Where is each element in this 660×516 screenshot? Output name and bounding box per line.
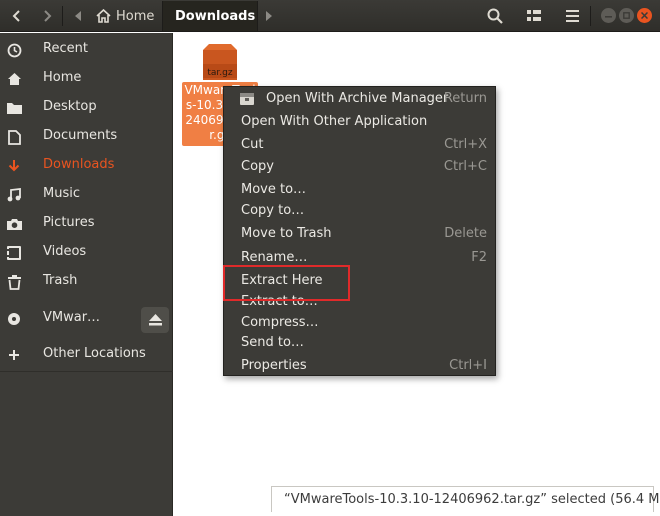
menu-item-accelerator: F2 (471, 250, 487, 265)
triangle-left-icon (75, 11, 81, 21)
menu-item-accelerator: Ctrl+C (443, 159, 487, 174)
menu-button[interactable] (557, 1, 587, 31)
breadcrumb-home[interactable]: Home (90, 1, 160, 31)
header-bar: Home Downloads (0, 0, 660, 32)
menu-item-label: Rename… (241, 250, 308, 265)
sidebar-item-pictures[interactable]: Pictures (0, 210, 173, 238)
download-icon (6, 158, 22, 174)
file-type-label: tar.gz (207, 68, 232, 78)
sidebar-item-label: Other Locations (43, 346, 146, 361)
menu-item-compress[interactable]: Compress… (224, 312, 495, 334)
sidebar-item-label: Trash (43, 273, 78, 288)
eject-icon (148, 314, 162, 326)
sidebar-item-label: Videos (43, 244, 87, 259)
home-icon (96, 9, 111, 23)
path-scroll-left-button[interactable] (68, 1, 88, 31)
menu-item-send-to[interactable]: Send to… (224, 332, 495, 354)
clock-icon (6, 42, 22, 58)
sidebar-item-recent[interactable]: Recent (0, 36, 173, 64)
menu-item-accelerator: Delete (444, 226, 487, 241)
menu-item-accelerator: Ctrl+I (449, 358, 487, 373)
status-bar: “VMwareTools-10.3.10-12406962.tar.gz” se… (271, 486, 660, 512)
menu-item-label: Send to… (241, 335, 304, 350)
sidebar-item-music[interactable]: Music (0, 181, 173, 209)
folder-icon (6, 100, 22, 116)
view-toggle-button[interactable] (519, 1, 549, 31)
toolbar-separator (590, 6, 591, 26)
maximize-button[interactable] (619, 8, 634, 23)
menu-item-label: Properties (241, 358, 307, 373)
sidebar-item-label: Recent (43, 41, 88, 56)
plus-icon (6, 347, 22, 363)
sidebar-item-trash[interactable]: Trash (0, 268, 173, 296)
maximize-icon (623, 12, 630, 19)
sidebar: Recent Home Desktop Documents Downloads … (0, 33, 173, 516)
triangle-right-icon (266, 11, 272, 21)
sidebar-item-desktop[interactable]: Desktop (0, 94, 173, 122)
menu-item-label: Copy (241, 159, 274, 174)
sidebar-item-label: Home (43, 70, 82, 85)
menu-item-label: Compress… (241, 315, 319, 330)
sidebar-item-label: VMwar… (43, 310, 101, 325)
menu-item-move-to[interactable]: Move to… (224, 179, 495, 201)
home-icon (6, 71, 22, 87)
menu-item-label: Move to Trash (241, 226, 332, 241)
search-button[interactable] (480, 1, 510, 31)
close-icon (641, 12, 648, 19)
sidebar-item-label: Music (43, 186, 80, 201)
sidebar-item-label: Desktop (43, 99, 97, 114)
sidebar-separator (0, 371, 173, 372)
menu-item-open-with-other-application[interactable]: Open With Other Application (224, 111, 495, 133)
camera-icon (6, 216, 22, 232)
view-grid-icon (527, 10, 541, 21)
minimize-icon (605, 16, 612, 18)
document-icon (6, 129, 22, 145)
sidebar-item-other-locations[interactable]: Other Locations (0, 341, 173, 369)
nav-separator (62, 6, 63, 26)
chevron-left-icon (12, 10, 20, 22)
menu-item-label: Open With Archive Manager (266, 91, 449, 106)
menu-item-open-with-archive-manager[interactable]: Open With Archive Manager Return (224, 88, 495, 110)
music-icon (6, 187, 22, 203)
archive-file-icon[interactable]: tar.gz (199, 44, 241, 82)
breadcrumb-home-label: Home (116, 8, 155, 24)
close-button[interactable] (637, 8, 652, 23)
hamburger-menu-icon (565, 10, 579, 22)
sidebar-item-home[interactable]: Home (0, 65, 173, 93)
minimize-button[interactable] (601, 8, 616, 23)
menu-item-accelerator: Return (443, 91, 487, 106)
annotation-highlight-box (223, 265, 350, 301)
menu-item-cut[interactable]: Cut Ctrl+X (224, 134, 495, 156)
back-button[interactable] (2, 1, 32, 31)
context-menu: Open With Archive Manager Return Open Wi… (223, 86, 496, 376)
menu-item-label: Copy to… (241, 203, 305, 218)
trash-icon (6, 274, 22, 290)
eject-button[interactable] (141, 307, 169, 333)
menu-item-accelerator: Ctrl+X (444, 137, 487, 152)
menu-item-copy[interactable]: Copy Ctrl+C (224, 156, 495, 178)
breadcrumb-downloads-label: Downloads (175, 8, 256, 24)
search-icon (487, 8, 503, 24)
archive-manager-icon (240, 93, 254, 105)
menu-item-move-to-trash[interactable]: Move to Trash Delete (224, 223, 495, 245)
disc-icon (6, 311, 22, 327)
video-icon (6, 245, 22, 261)
breadcrumb-downloads[interactable]: Downloads (162, 1, 258, 31)
sidebar-item-label: Pictures (43, 215, 95, 230)
sidebar-item-videos[interactable]: Videos (0, 239, 173, 267)
forward-button[interactable] (32, 1, 62, 31)
menu-item-label: Cut (241, 137, 264, 152)
path-scroll-right-button[interactable] (259, 1, 279, 31)
sidebar-item-documents[interactable]: Documents (0, 123, 173, 151)
chevron-right-icon (44, 10, 52, 22)
menu-item-label: Move to… (241, 182, 307, 197)
menu-item-copy-to[interactable]: Copy to… (224, 200, 495, 222)
menu-item-label: Open With Other Application (241, 114, 428, 129)
sidebar-item-label: Downloads (43, 157, 115, 172)
status-text: “VMwareTools-10.3.10-12406962.tar.gz” se… (284, 492, 660, 507)
sidebar-item-downloads[interactable]: Downloads (0, 152, 173, 180)
sidebar-item-label: Documents (43, 128, 118, 143)
menu-item-properties[interactable]: Properties Ctrl+I (224, 355, 495, 377)
